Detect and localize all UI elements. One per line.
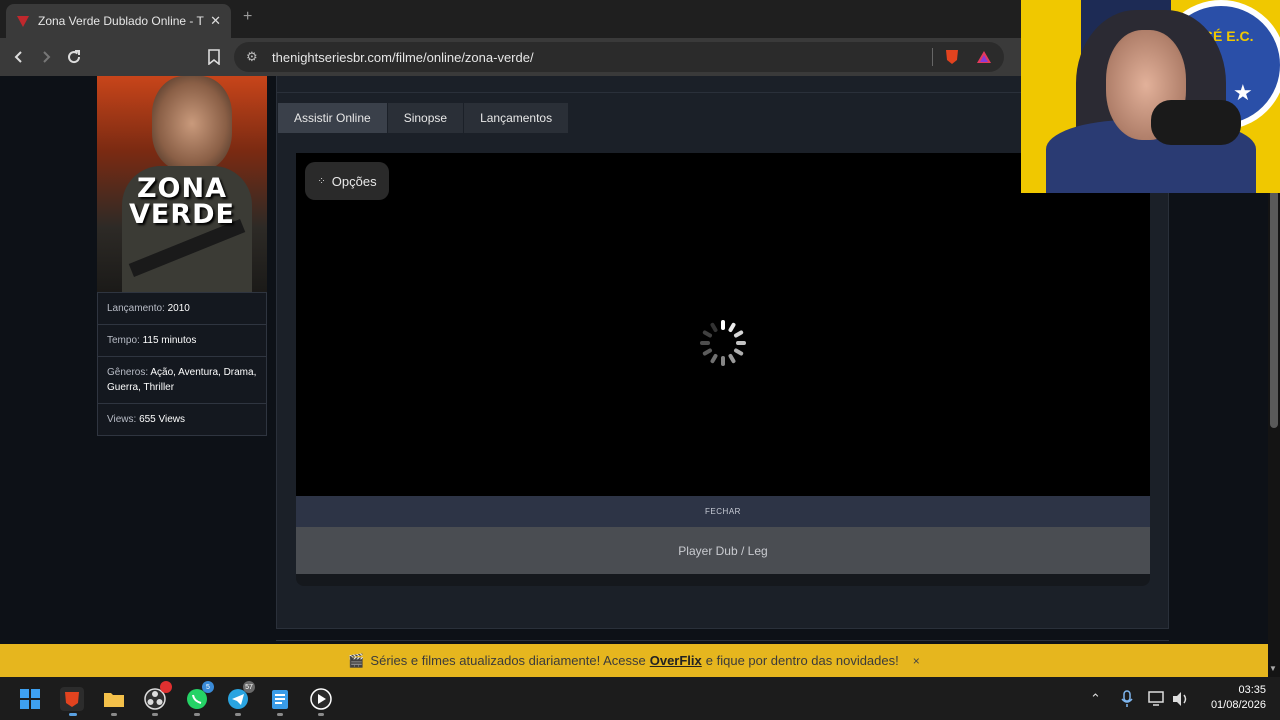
- whatsapp-icon[interactable]: 5: [185, 681, 214, 711]
- system-clock[interactable]: 03:35 01/08/2026: [1196, 683, 1266, 713]
- start-icon[interactable]: [18, 687, 42, 711]
- new-tab-button[interactable]: +: [243, 8, 252, 26]
- scroll-down-icon[interactable]: ▼: [1269, 664, 1277, 673]
- notice-close-icon[interactable]: ×: [913, 654, 920, 668]
- info-release: Lançamento: 2010: [98, 293, 266, 325]
- player-footer: [296, 574, 1150, 586]
- bookmark-icon[interactable]: [203, 46, 225, 68]
- network-icon[interactable]: [1148, 691, 1166, 712]
- movie-info-box: Lançamento: 2010 Tempo: 115 minutos Gêne…: [97, 292, 267, 436]
- webcam-overlay: D JOSÉ E.C. ★ ★: [1021, 0, 1280, 193]
- movie-poster: ZONA VERDE: [97, 76, 267, 292]
- scrollbar-thumb[interactable]: [1270, 190, 1278, 428]
- site-settings-icon[interactable]: ⚙: [246, 49, 258, 65]
- brave-active-indicator: [69, 713, 77, 716]
- info-views: Views: 655 Views: [107, 414, 186, 425]
- info-genres: Gêneros: Ação, Aventura, Drama, Guerra, …: [98, 357, 266, 404]
- notice-suffix: e fique por dentro das novidades!: [705, 653, 899, 668]
- page-tabs: Assistir Online Sinopse Lançamentos: [278, 103, 570, 133]
- clapperboard-icon: 🎬: [348, 652, 365, 668]
- brave-browser-icon[interactable]: [60, 687, 84, 711]
- media-player-icon[interactable]: [309, 687, 333, 711]
- whatsapp-indicator: [194, 713, 200, 716]
- obs-studio-icon[interactable]: [143, 681, 172, 711]
- volume-icon[interactable]: [1172, 691, 1190, 712]
- close-player-button[interactable]: FECHAR: [296, 496, 1150, 527]
- player-select-button[interactable]: Player Dub / Leg: [296, 527, 1150, 574]
- toolbar-divider: [932, 48, 933, 66]
- address-bar[interactable]: ⚙ thenightseriesbr.com/filme/online/zona…: [234, 42, 1004, 72]
- clock-date: 01/08/2026: [1210, 699, 1266, 711]
- obs-indicator: [152, 713, 158, 716]
- notice-prefix: Séries e filmes atualizados diariamente!…: [370, 653, 646, 668]
- loading-spinner-icon: [700, 320, 746, 366]
- overflix-link[interactable]: OverFlix: [650, 653, 702, 668]
- options-button[interactable]: ⁘ Opções: [305, 162, 389, 200]
- options-label: Opções: [331, 173, 377, 189]
- tab-assistir-online[interactable]: Assistir Online: [278, 103, 388, 133]
- back-icon[interactable]: [8, 46, 30, 68]
- grid-dots-icon: ⁘: [317, 175, 326, 187]
- whatsapp-badge: 5: [202, 681, 214, 693]
- notepad-icon[interactable]: [268, 687, 292, 711]
- obs-recording-dot: [160, 681, 172, 693]
- media-player-indicator: [318, 713, 324, 716]
- telegram-badge: 57: [243, 681, 255, 693]
- forward-icon[interactable]: [35, 46, 57, 68]
- notepad-indicator: [277, 713, 283, 716]
- explorer-indicator: [111, 713, 117, 716]
- brave-rewards-icon[interactable]: [976, 49, 992, 65]
- site-favicon-icon: [17, 16, 29, 27]
- file-explorer-icon[interactable]: [102, 687, 126, 711]
- browser-tab[interactable]: Zona Verde Dublado Online - Th ✕: [6, 4, 231, 38]
- tab-sinopse[interactable]: Sinopse: [387, 103, 465, 133]
- telegram-icon[interactable]: 57: [226, 681, 255, 711]
- info-duration: Tempo: 115 minutos: [98, 325, 266, 357]
- tab-close-icon[interactable]: ✕: [210, 13, 221, 29]
- poster-title-line2: VERDE: [129, 199, 235, 230]
- show-hidden-icons-icon[interactable]: ⌃: [1090, 691, 1101, 707]
- tab-title: Zona Verde Dublado Online - Th: [38, 14, 205, 28]
- reload-icon[interactable]: [63, 46, 85, 68]
- brave-shields-icon[interactable]: [943, 48, 961, 66]
- tab-lancamentos[interactable]: Lançamentos: [464, 103, 570, 133]
- url-text: thenightseriesbr.com/filme/online/zona-v…: [272, 49, 534, 65]
- clock-time: 03:35: [1238, 684, 1266, 696]
- telegram-indicator: [235, 713, 241, 716]
- microphone-icon[interactable]: [1121, 690, 1133, 713]
- notice-bar: 🎬 Séries e filmes atualizados diariament…: [0, 644, 1268, 677]
